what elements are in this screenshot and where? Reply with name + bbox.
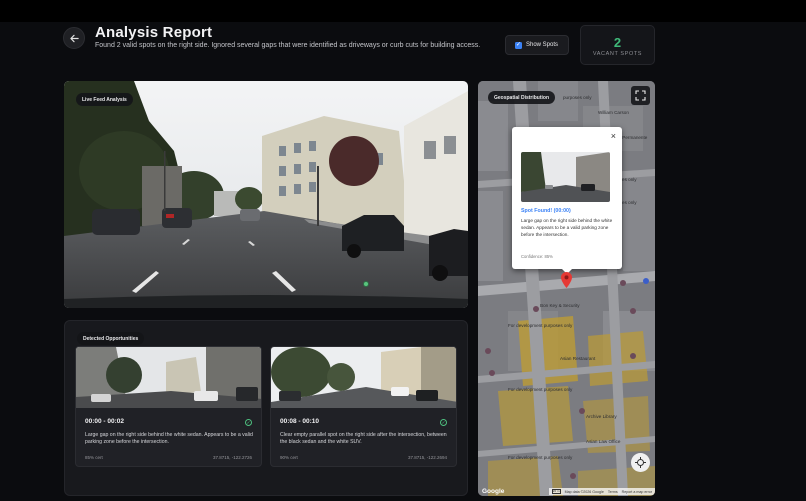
back-button[interactable] bbox=[63, 27, 85, 49]
map-pin-icon[interactable] bbox=[561, 272, 572, 288]
check-circle-icon: ✓ bbox=[245, 419, 252, 426]
top-bar bbox=[0, 0, 806, 22]
popup-confidence: Confidence: 85% bbox=[521, 254, 553, 259]
popup-title: Spot Found! (00:00) bbox=[521, 208, 571, 214]
detection-marker[interactable] bbox=[363, 281, 369, 287]
popup-description: Large gap on the right side behind the w… bbox=[521, 218, 613, 238]
map-terms-link[interactable]: Terms bbox=[608, 490, 618, 494]
spot-popup: × Spot Found! (00:00) Large gap on the r… bbox=[512, 127, 622, 274]
map-data-credit: Map data ©2026 Google bbox=[564, 489, 604, 494]
close-icon[interactable]: × bbox=[611, 131, 616, 141]
opportunity-card[interactable]: 00:08 - 00:10 ✓ Clear empty parallel spo… bbox=[270, 346, 457, 467]
map-street-label: For development purposes only bbox=[508, 387, 573, 392]
map-street-label: William Carson bbox=[598, 110, 629, 115]
opportunity-thumbnail bbox=[271, 347, 456, 408]
live-feed-video[interactable] bbox=[64, 81, 468, 308]
fullscreen-button[interactable] bbox=[631, 86, 650, 105]
opportunity-confidence: 90% cert bbox=[280, 455, 298, 460]
map-street-label: Asian Restaurant bbox=[560, 356, 596, 361]
opportunity-card[interactable]: 00:00 - 00:02 ✓ Large gap on the right s… bbox=[75, 346, 262, 467]
show-spots-label: Show Spots bbox=[526, 42, 559, 48]
show-spots-checkbox[interactable]: ✓ bbox=[515, 41, 522, 49]
live-feed-panel: Live Feed Analysis bbox=[64, 81, 468, 308]
opportunity-time: 00:08 - 00:10 bbox=[280, 418, 320, 425]
map-attribution: 20 m Map data ©2026 Google Terms Report … bbox=[548, 488, 655, 495]
page-subtitle: Found 2 valid spots on the right side. I… bbox=[95, 42, 481, 49]
vacant-spots-count: 2 bbox=[613, 35, 622, 50]
page-title: Analysis Report bbox=[95, 24, 213, 41]
map-street-label: Archive Library bbox=[586, 414, 617, 419]
vacant-spots-card: 2 VACANT SPOTS bbox=[580, 25, 655, 65]
map-street-label: For development purposes only bbox=[508, 323, 573, 328]
opportunity-coordinates: 37.8715, -122.2726 bbox=[212, 455, 252, 460]
google-logo: Google bbox=[482, 488, 505, 495]
map-scale: 20 m bbox=[551, 489, 561, 494]
crosshair-icon bbox=[635, 457, 646, 468]
map-street-label: purposes only bbox=[563, 95, 592, 100]
map-report-link[interactable]: Report a map error bbox=[622, 490, 652, 494]
live-feed-label: Live Feed Analysis bbox=[76, 93, 133, 106]
map-street-label: Bon Key & Security bbox=[540, 303, 580, 308]
opportunities-panel: Detected Opportunities 00:00 - 00:02 ✓ L… bbox=[64, 320, 468, 496]
opportunity-description: Clear empty parallel spot on the right s… bbox=[280, 432, 447, 445]
opportunity-time: 00:00 - 00:02 bbox=[85, 418, 125, 425]
vacant-spots-label: VACANT SPOTS bbox=[592, 51, 643, 57]
opportunity-confidence: 85% cert bbox=[85, 455, 103, 460]
map-street-label: For development purposes only bbox=[508, 455, 573, 460]
opportunity-thumbnail bbox=[76, 347, 261, 408]
opportunity-description: Large gap on the right side behind the w… bbox=[85, 432, 253, 445]
fullscreen-icon bbox=[635, 90, 646, 101]
opportunities-label: Detected Opportunities bbox=[77, 332, 145, 345]
recenter-button[interactable] bbox=[631, 453, 650, 472]
map-street-label: Asian Law Office bbox=[586, 439, 621, 444]
check-circle-icon: ✓ bbox=[440, 419, 447, 426]
arrow-left-icon bbox=[69, 34, 79, 42]
opportunity-coordinates: 37.8715, -122.2694 bbox=[407, 455, 447, 460]
show-spots-toggle[interactable]: ✓ Show Spots bbox=[505, 35, 569, 55]
popup-thumbnail bbox=[521, 152, 610, 202]
map-label: Geospatial Distribution bbox=[488, 91, 556, 104]
